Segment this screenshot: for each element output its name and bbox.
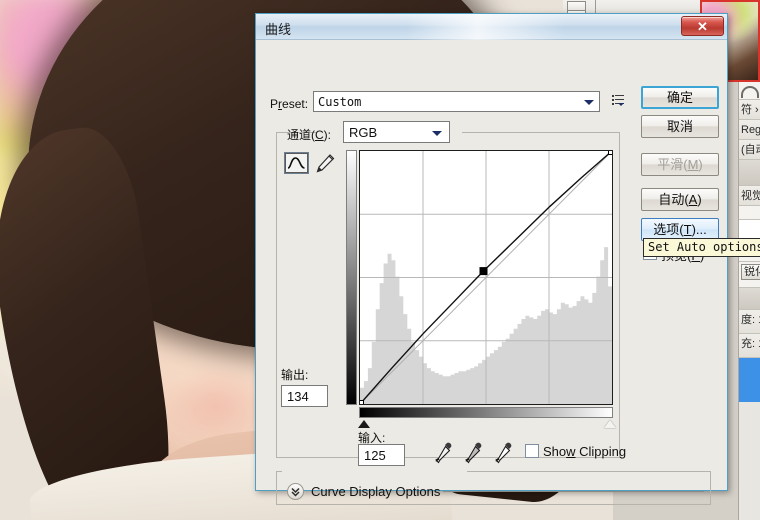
input-value: 125 [364, 448, 386, 463]
curve-control-point-mid-point[interactable] [479, 267, 488, 276]
panel-row-character[interactable]: 符 › [739, 100, 760, 120]
panel-row-sharpen[interactable]: 锐化 [739, 262, 760, 288]
curve-control-point-black-point[interactable] [360, 400, 364, 405]
output-input[interactable]: 134 [281, 385, 328, 407]
preset-label: Preset: [270, 97, 309, 111]
panel-row-font-style[interactable]: Regul [739, 120, 760, 140]
curve-display-options-label-gap [282, 466, 467, 478]
set-white-point-eyedropper-icon[interactable] [492, 440, 514, 464]
close-icon[interactable]: ✕ [681, 16, 724, 36]
panel-row-input[interactable] [739, 220, 760, 240]
white-input-slider[interactable] [604, 420, 616, 428]
sharpen-button[interactable]: 锐化 [741, 264, 760, 280]
photoshop-right-panel-dock[interactable]: 符 › Regul (自动 视觉 ⌐₁ 锐化 度: 1 充: 1 [738, 82, 760, 520]
curve-plot[interactable] [359, 150, 613, 405]
input-input[interactable]: 125 [358, 444, 405, 466]
opacity-label: 度: 1 [741, 314, 760, 326]
app-window: 符 › Regul (自动 视觉 ⌐₁ 锐化 度: 1 充: 1 曲线 ✕ [0, 0, 760, 520]
input-gradient-bar [359, 407, 613, 418]
preset-dropdown[interactable]: Custom [313, 91, 600, 112]
output-gradient-bar [346, 150, 357, 405]
ok-button[interactable]: 确定 [641, 86, 719, 109]
channel-dropdown[interactable]: RGB [343, 121, 450, 143]
set-black-point-eyedropper-icon[interactable] [432, 440, 454, 464]
curve-plot-svg[interactable] [360, 151, 612, 404]
panel-row-opacity[interactable]: 度: 1 [739, 310, 760, 334]
output-value: 134 [287, 389, 309, 404]
panel-row-visual[interactable]: 视觉 [739, 186, 760, 206]
channel-label: 通道(C): [287, 128, 332, 142]
channel-value: RGB [349, 125, 378, 140]
curve-display-options-rule [443, 491, 704, 492]
dialog-body: Preset: Custom 通道(C): RGB 输出: 134 输入: 12… [256, 40, 760, 505]
preset-options-menu-icon[interactable] [612, 94, 627, 108]
show-clipping-checkbox[interactable] [525, 444, 539, 458]
cancel-button[interactable]: 取消 [641, 115, 719, 138]
panel-row-header[interactable] [739, 160, 760, 186]
curve-control-point-white-point[interactable] [608, 151, 613, 155]
curves-dialog[interactable]: 曲线 ✕ Preset: Custom 通道(C): RGB 输出: 134 输… [255, 13, 760, 505]
preset-value: Custom [318, 95, 362, 109]
chevron-double-down-icon[interactable] [287, 483, 304, 500]
panel-row-selected-layer[interactable] [739, 358, 760, 402]
set-gray-point-eyedropper-icon[interactable] [462, 440, 484, 464]
curve-edit-tool-icon[interactable] [284, 152, 309, 174]
output-label: 输出: [281, 368, 309, 382]
curve-graph-area[interactable] [346, 150, 616, 428]
smooth-button: 平滑(M) [641, 153, 719, 176]
dialog-titlebar[interactable]: 曲线 ✕ [256, 14, 727, 40]
black-input-slider[interactable] [358, 420, 370, 428]
chevron-down-icon[interactable] [426, 124, 448, 141]
panel-row-fill[interactable]: 充: 1 [739, 334, 760, 358]
tooltip: Set Auto options [643, 238, 760, 257]
panel-row-auto[interactable]: (自动 [739, 140, 760, 160]
curve-display-options-label[interactable]: Curve Display Options [311, 484, 440, 499]
pencil-draw-tool-icon[interactable] [313, 152, 337, 174]
fill-label: 充: 1 [741, 338, 760, 350]
panel-row-spacer-1 [739, 206, 760, 220]
auto-button[interactable]: 自动(A) [641, 188, 719, 211]
dialog-title: 曲线 [265, 22, 292, 37]
chevron-down-icon[interactable] [579, 93, 598, 110]
panel-row[interactable] [739, 82, 760, 100]
titlebar-gloss [406, 14, 566, 40]
show-clipping-label[interactable]: Show Clipping [543, 444, 626, 459]
panel-row-layers-header[interactable] [739, 288, 760, 310]
shape-arc-icon [741, 86, 759, 98]
